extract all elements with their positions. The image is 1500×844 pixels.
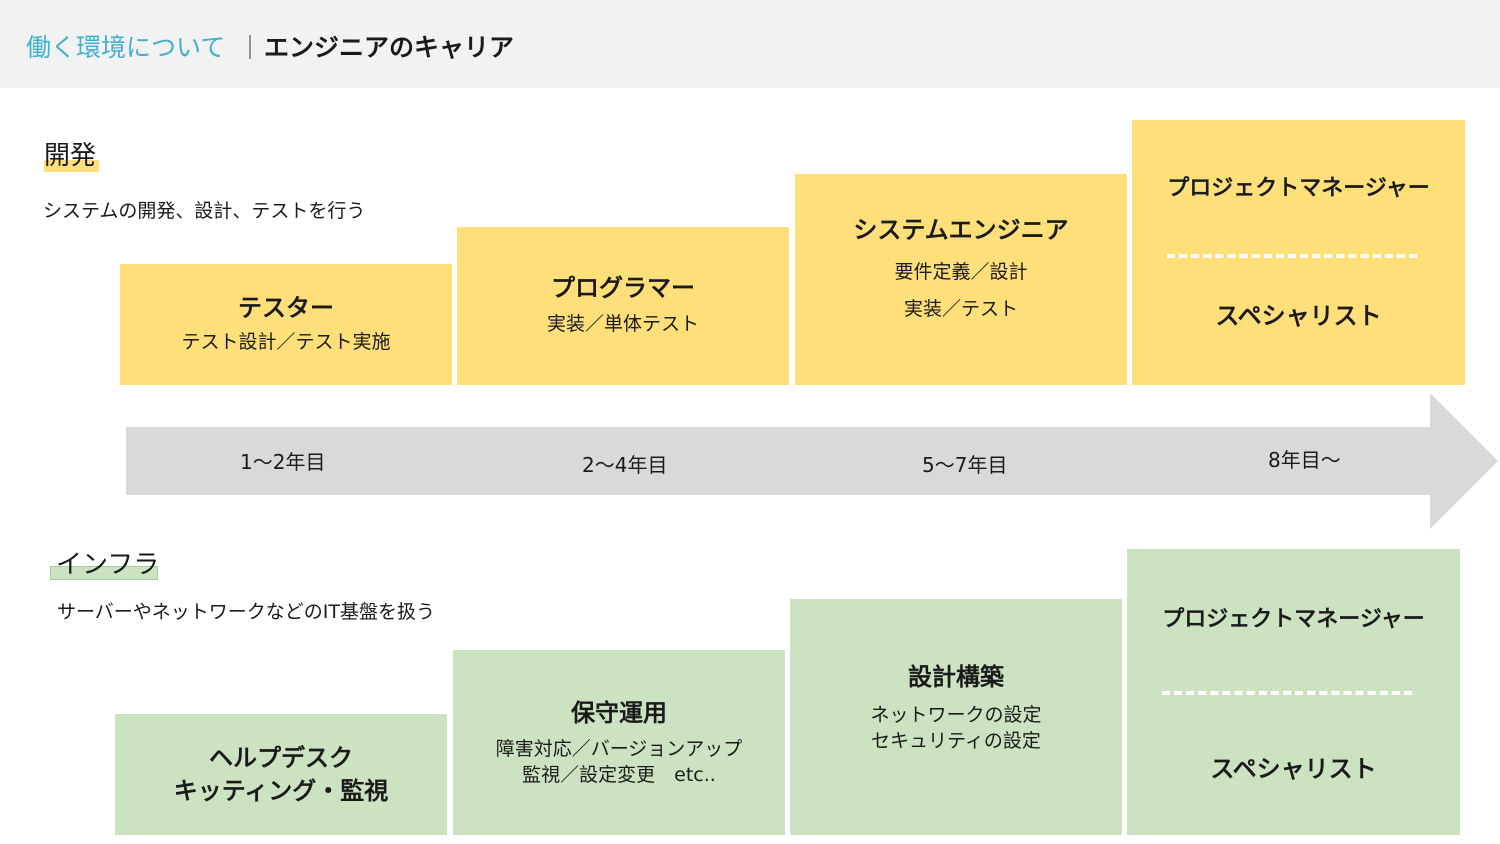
infra-stage-helpdesk: ヘルプデスク キッティング・監視 bbox=[115, 714, 447, 835]
infra-stage-pm-specialist: プロジェクトマネージャー スペシャリスト bbox=[1127, 549, 1460, 835]
stage-title: 設計構築 bbox=[908, 663, 1004, 691]
infra-stage-maintenance: 保守運用 障害対応／バージョンアップ 監視／設定変更 etc.. bbox=[453, 650, 785, 835]
year-label: 2～4年目 bbox=[582, 453, 668, 477]
year-label: 8年目～ bbox=[1268, 448, 1341, 472]
stage-title-pm: プロジェクトマネージャー bbox=[1162, 607, 1425, 632]
stage-subtitle: 障害対応／バージョンアップ 監視／設定変更 etc.. bbox=[495, 738, 743, 786]
dashed-divider bbox=[1162, 691, 1412, 695]
stage-title: ヘルプデスク キッティング・監視 bbox=[173, 744, 389, 805]
year-label: 5～7年目 bbox=[922, 453, 1008, 477]
stage-title: 保守運用 bbox=[571, 698, 667, 727]
stage-title-specialist: スペシャリスト bbox=[1210, 755, 1377, 783]
infra-section-description: サーバーやネットワークなどのIT基盤を扱う bbox=[57, 601, 436, 623]
stage-subtitle: ネットワークの設定 セキュリティの設定 bbox=[870, 704, 1042, 753]
infra-section-title: インフラ bbox=[56, 550, 160, 580]
infra-stage-design-build: 設計構築 ネットワークの設定 セキュリティの設定 bbox=[790, 599, 1122, 835]
year-label: 1～2年目 bbox=[240, 450, 326, 474]
